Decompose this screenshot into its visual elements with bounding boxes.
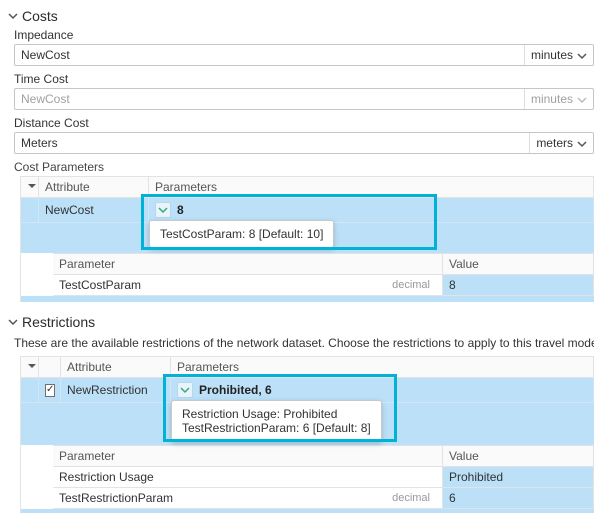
chevron-down-icon bbox=[577, 94, 587, 104]
chevron-down-icon bbox=[577, 50, 587, 60]
param-name-cell: Restriction Usage bbox=[53, 467, 443, 488]
restriction-tooltip: Restriction Usage: Prohibited TestRestri… bbox=[171, 400, 382, 442]
distance-cost-label: Distance Cost bbox=[14, 116, 594, 130]
impedance-field: Impedance NewCost minutes bbox=[14, 28, 594, 66]
restriction-row[interactable]: ✓ NewRestriction Prohibited, 6 Restricti… bbox=[21, 378, 594, 403]
chevron-down-icon bbox=[8, 317, 18, 327]
column-toggle[interactable] bbox=[21, 177, 39, 198]
row-summary: Prohibited, 6 bbox=[199, 383, 272, 397]
column-attribute[interactable]: Attribute bbox=[61, 357, 171, 378]
restrictions-grid: Attribute Parameters ✓ NewRestriction Pr… bbox=[20, 356, 594, 513]
subgrid-header: Parameter Value bbox=[53, 254, 594, 275]
param-value-cell[interactable]: 8 bbox=[443, 275, 594, 296]
column-parameter[interactable]: Parameter bbox=[53, 254, 443, 275]
subgrid-header: Parameter Value bbox=[53, 446, 594, 467]
impedance-label: Impedance bbox=[14, 28, 594, 42]
cost-parameters-header: Cost Parameters bbox=[14, 160, 594, 174]
row-attribute: NewCost bbox=[39, 198, 149, 223]
restrictions-description: These are the available restrictions of … bbox=[14, 336, 594, 350]
column-value[interactable]: Value bbox=[443, 446, 594, 467]
restrictions-section: Restrictions These are the available res… bbox=[0, 306, 602, 517]
chevron-down-icon bbox=[8, 11, 18, 21]
subgrid-row[interactable]: TestRestrictionParam decimal 6 bbox=[53, 488, 594, 509]
impedance-dropdown[interactable]: NewCost minutes bbox=[14, 44, 594, 66]
cost-row[interactable]: NewCost 8 TestCostParam: 8 [Default: 10] bbox=[21, 198, 594, 223]
subgrid-row[interactable]: Restriction Usage Prohibited bbox=[53, 467, 594, 488]
column-parameters[interactable]: Parameters bbox=[149, 177, 594, 198]
row-checkbox-cell[interactable]: ✓ bbox=[39, 378, 61, 403]
impedance-value: NewCost bbox=[15, 48, 524, 62]
restrictions-title: Restrictions bbox=[22, 314, 95, 330]
column-parameter[interactable]: Parameter bbox=[53, 446, 443, 467]
column-parameters[interactable]: Parameters bbox=[171, 357, 594, 378]
costs-header[interactable]: Costs bbox=[8, 4, 594, 28]
restrictions-header[interactable]: Restrictions bbox=[8, 310, 594, 334]
costs-section: Costs Impedance NewCost minutes Time Cos… bbox=[0, 0, 602, 306]
distance-cost-dropdown[interactable]: Meters meters bbox=[14, 132, 594, 154]
time-cost-unit: minutes bbox=[531, 92, 573, 106]
column-check[interactable] bbox=[39, 357, 61, 378]
cost-tooltip: TestCostParam: 8 [Default: 10] bbox=[149, 220, 334, 248]
param-value-cell[interactable]: Prohibited bbox=[443, 467, 594, 488]
time-cost-field: Time Cost NewCost minutes bbox=[14, 72, 594, 110]
grid-header: Attribute Parameters bbox=[21, 177, 594, 198]
impedance-unit: minutes bbox=[531, 48, 573, 62]
selection-band bbox=[21, 509, 594, 513]
param-value-cell[interactable]: 6 bbox=[443, 488, 594, 509]
row-parameters-cell[interactable]: Prohibited, 6 Restriction Usage: Prohibi… bbox=[171, 378, 594, 403]
chevron-down-icon bbox=[577, 138, 587, 148]
cost-subgrid: Parameter Value TestCostParam decimal 8 bbox=[53, 253, 594, 296]
distance-cost-unit: meters bbox=[536, 136, 573, 150]
subgrid-row[interactable]: TestCostParam decimal 8 bbox=[53, 275, 594, 296]
param-name-cell: TestCostParam decimal bbox=[53, 275, 443, 296]
row-parameters-cell[interactable]: 8 TestCostParam: 8 [Default: 10] bbox=[149, 198, 594, 223]
time-cost-label: Time Cost bbox=[14, 72, 594, 86]
column-value[interactable]: Value bbox=[443, 254, 594, 275]
checkbox-icon[interactable]: ✓ bbox=[45, 384, 55, 397]
expand-params-button[interactable] bbox=[155, 202, 171, 218]
selection-band bbox=[21, 296, 594, 302]
restriction-subgrid: Parameter Value Restriction Usage Prohib… bbox=[53, 445, 594, 509]
grid-header: Attribute Parameters bbox=[21, 357, 594, 378]
param-name-cell: TestRestrictionParam decimal bbox=[53, 488, 443, 509]
row-summary: 8 bbox=[177, 203, 184, 217]
time-cost-dropdown: NewCost minutes bbox=[14, 88, 594, 110]
cost-parameters-grid: Attribute Parameters NewCost 8 TestCostP… bbox=[20, 176, 594, 302]
row-toggle[interactable] bbox=[21, 378, 39, 403]
column-toggle[interactable] bbox=[21, 357, 39, 378]
row-toggle[interactable] bbox=[21, 198, 39, 223]
costs-title: Costs bbox=[22, 8, 58, 24]
expand-params-button[interactable] bbox=[177, 382, 193, 398]
row-attribute: NewRestriction bbox=[61, 378, 171, 403]
time-cost-value: NewCost bbox=[15, 92, 524, 106]
column-attribute[interactable]: Attribute bbox=[39, 177, 149, 198]
distance-cost-field: Distance Cost Meters meters bbox=[14, 116, 594, 154]
distance-cost-value: Meters bbox=[15, 136, 529, 150]
